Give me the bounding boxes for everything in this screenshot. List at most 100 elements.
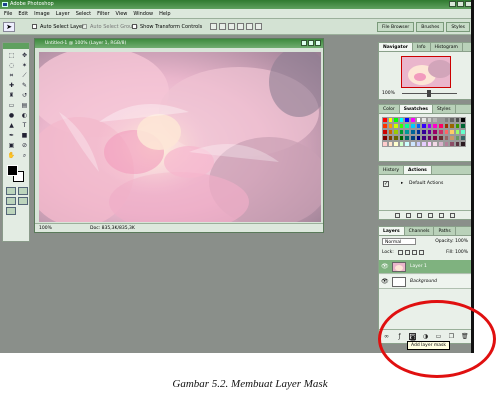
tab-color[interactable]: Color xyxy=(379,105,400,113)
layer-row-background[interactable]: 👁 Background xyxy=(379,275,471,289)
well-file-browser-tab[interactable]: File Browser xyxy=(377,22,415,32)
move-tool-preset-icon[interactable]: ➤ xyxy=(3,22,15,32)
auto-select-layer-checkbox[interactable] xyxy=(32,24,37,29)
tab-styles[interactable]: Styles xyxy=(433,105,456,113)
gradient-tool-icon[interactable]: ▤ xyxy=(19,101,30,110)
menu-edit[interactable]: Edit xyxy=(18,9,28,18)
tab-layers[interactable]: Layers xyxy=(379,227,405,235)
foreground-color-swatch[interactable] xyxy=(7,165,18,176)
move-tool-icon[interactable]: ✥ xyxy=(19,51,30,60)
well-styles-tab[interactable]: Styles xyxy=(446,22,470,32)
minimize-button[interactable] xyxy=(449,1,456,7)
menu-file[interactable]: File xyxy=(4,9,12,18)
stop-icon[interactable] xyxy=(395,213,400,218)
lock-all-icon[interactable] xyxy=(419,250,424,255)
notes-tool-icon[interactable]: ▣ xyxy=(6,141,17,150)
magic-wand-tool-icon[interactable]: ✶ xyxy=(19,61,30,70)
new-action-icon[interactable] xyxy=(439,213,444,218)
align-center-icon[interactable] xyxy=(246,23,253,30)
shape-tool-icon[interactable]: ■ xyxy=(19,131,30,140)
new-set-icon[interactable] xyxy=(428,213,433,218)
pen-tool-icon[interactable]: ✒ xyxy=(6,131,17,140)
title-bar: Adobe Photoshop xyxy=(0,0,471,9)
standard-mode-button[interactable] xyxy=(6,187,16,195)
history-brush-tool-icon[interactable]: ↺ xyxy=(19,91,30,100)
tab-actions[interactable]: Actions xyxy=(404,166,432,174)
jump-to-imageready-button[interactable] xyxy=(6,207,16,215)
menu-layer[interactable]: Layer xyxy=(56,9,70,18)
menu-filter[interactable]: Filter xyxy=(97,9,109,18)
navigator-panel: Navigator Info Histogram 100% xyxy=(378,42,471,100)
record-icon[interactable] xyxy=(406,213,411,218)
tab-history[interactable]: History xyxy=(379,166,405,174)
delete-action-icon[interactable] xyxy=(450,213,455,218)
eyedropper-tool-icon[interactable]: ⊘ xyxy=(19,141,30,150)
healing-brush-tool-icon[interactable]: ✚ xyxy=(6,81,17,90)
layer-row-layer-1[interactable]: 👁 Layer 1 xyxy=(379,260,471,274)
play-icon[interactable] xyxy=(417,213,422,218)
opacity-value[interactable]: 100% xyxy=(455,239,468,244)
fill-label: Fill: xyxy=(446,250,454,255)
menu-help[interactable]: Help xyxy=(159,9,170,18)
show-transform-controls-checkbox[interactable] xyxy=(132,24,137,29)
blend-mode-select[interactable]: Normal xyxy=(382,238,416,245)
lock-transparency-icon[interactable] xyxy=(398,250,403,255)
visibility-eye-icon[interactable]: 👁 xyxy=(381,263,389,270)
eraser-tool-icon[interactable]: ▭ xyxy=(6,101,17,110)
dodge-tool-icon[interactable]: ◐ xyxy=(19,111,30,120)
zoom-tool-icon[interactable]: ⌕ xyxy=(19,151,30,160)
navigator-zoom-knob[interactable] xyxy=(427,90,431,97)
visibility-eye-icon[interactable]: 👁 xyxy=(381,278,389,285)
lasso-tool-icon[interactable]: ◌ xyxy=(6,61,17,70)
tab-info[interactable]: Info xyxy=(413,43,431,51)
fill-control[interactable]: Fill: 100% xyxy=(446,249,468,257)
doc-close-button[interactable] xyxy=(315,40,321,46)
align-buttons xyxy=(210,23,262,30)
align-right-icon[interactable] xyxy=(255,23,262,30)
close-button[interactable] xyxy=(465,1,471,7)
align-left-icon[interactable] xyxy=(237,23,244,30)
well-brushes-tab[interactable]: Brushes xyxy=(416,22,445,32)
slice-tool-icon[interactable]: ⟋ xyxy=(19,71,30,80)
tab-paths[interactable]: Paths xyxy=(434,227,456,235)
screen-mode-button[interactable] xyxy=(6,197,16,205)
zoom-level[interactable]: 100% xyxy=(39,224,52,233)
tab-navigator[interactable]: Navigator xyxy=(379,43,413,51)
brush-tool-icon[interactable]: ✎ xyxy=(19,81,30,90)
hand-tool-icon[interactable]: ✋ xyxy=(6,151,17,160)
blur-tool-icon[interactable]: ● xyxy=(6,111,17,120)
image-canvas[interactable] xyxy=(39,52,321,222)
menu-image[interactable]: Image xyxy=(34,9,50,18)
auto-select-groups-checkbox[interactable] xyxy=(82,24,87,29)
path-selection-tool-icon[interactable]: ▲ xyxy=(6,121,17,130)
tab-histogram[interactable]: Histogram xyxy=(431,43,463,51)
layer-name: Background xyxy=(410,279,437,284)
action-toggle-checkbox[interactable]: ✓ xyxy=(383,181,389,187)
crop-tool-icon[interactable]: ⌗ xyxy=(6,71,17,80)
auto-select-layer-label: Auto Select Layer xyxy=(40,24,85,30)
tab-channels[interactable]: Channels xyxy=(405,227,435,235)
align-top-icon[interactable] xyxy=(210,23,217,30)
doc-maximize-button[interactable] xyxy=(308,40,314,46)
tab-swatches[interactable]: Swatches xyxy=(399,105,433,113)
quick-mask-mode-button[interactable] xyxy=(18,187,28,195)
action-set-row[interactable]: ✓ ▸ Default Actions xyxy=(383,180,467,188)
align-bottom-icon[interactable] xyxy=(228,23,235,30)
fill-value[interactable]: 100% xyxy=(455,250,468,255)
full-screen-mode-button[interactable] xyxy=(18,197,28,205)
maximize-button[interactable] xyxy=(457,1,464,7)
marquee-tool-icon[interactable]: ⬚ xyxy=(6,51,17,60)
clone-stamp-tool-icon[interactable]: ♜ xyxy=(6,91,17,100)
navigator-zoom-value[interactable]: 100% xyxy=(382,91,395,96)
menu-select[interactable]: Select xyxy=(76,9,91,18)
menu-view[interactable]: View xyxy=(116,9,128,18)
lock-image-icon[interactable] xyxy=(405,250,410,255)
opacity-control[interactable]: Opacity: 100% xyxy=(435,238,468,246)
lock-position-icon[interactable] xyxy=(412,250,417,255)
type-tool-icon[interactable]: T xyxy=(19,121,30,130)
doc-minimize-button[interactable] xyxy=(301,40,307,46)
navigator-thumbnail[interactable] xyxy=(401,56,451,88)
color-swatch[interactable] xyxy=(460,141,466,147)
menu-window[interactable]: Window xyxy=(133,9,153,18)
align-middle-icon[interactable] xyxy=(219,23,226,30)
